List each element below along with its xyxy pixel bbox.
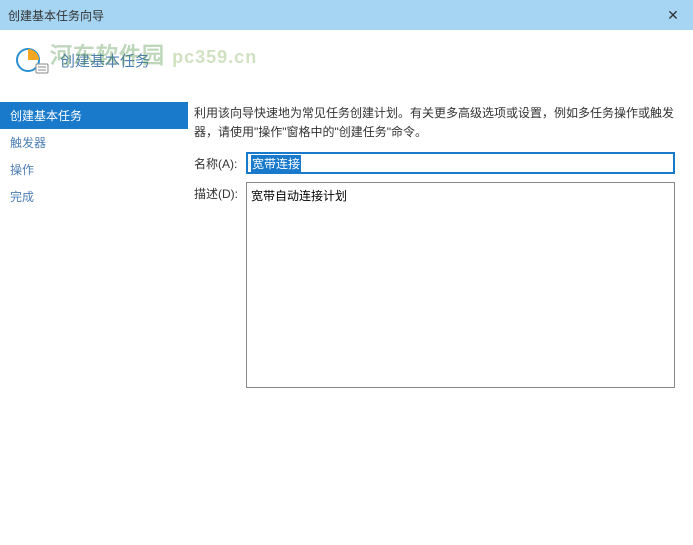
name-value-selected: 宽带连接 bbox=[251, 155, 301, 172]
instruction-text: 利用该向导快速地为常见任务创建计划。有关更多高级选项或设置，例如多任务操作或触发… bbox=[194, 104, 675, 142]
sidebar-item-label: 完成 bbox=[10, 190, 34, 204]
name-input[interactable]: 宽带连接 bbox=[246, 152, 675, 174]
sidebar-item-trigger[interactable]: 触发器 bbox=[0, 129, 188, 156]
desc-label: 描述(D): bbox=[194, 182, 246, 202]
sidebar-item-finish[interactable]: 完成 bbox=[0, 183, 188, 210]
close-icon: ✕ bbox=[667, 7, 679, 24]
desc-row: 描述(D): bbox=[194, 182, 675, 388]
sidebar-item-label: 操作 bbox=[10, 163, 34, 177]
header: 河东软件园 pc359.cn 创建基本任务 bbox=[0, 30, 693, 90]
name-label: 名称(A): bbox=[194, 152, 246, 172]
sidebar-item-action[interactable]: 操作 bbox=[0, 156, 188, 183]
window-title: 创建基本任务向导 bbox=[8, 7, 104, 24]
sidebar: 创建基本任务 触发器 操作 完成 bbox=[0, 90, 188, 545]
close-button[interactable]: ✕ bbox=[653, 0, 693, 30]
content-area: 创建基本任务 触发器 操作 完成 利用该向导快速地为常见任务创建计划。有关更多高… bbox=[0, 90, 693, 545]
sidebar-item-label: 创建基本任务 bbox=[10, 109, 82, 123]
page-title: 创建基本任务 bbox=[60, 50, 150, 71]
titlebar: 创建基本任务向导 ✕ bbox=[0, 0, 693, 30]
sidebar-item-label: 触发器 bbox=[10, 136, 46, 150]
wizard-icon bbox=[14, 42, 50, 78]
name-row: 名称(A): 宽带连接 bbox=[194, 152, 675, 174]
desc-textarea[interactable] bbox=[246, 182, 675, 388]
sidebar-item-create-task[interactable]: 创建基本任务 bbox=[0, 102, 188, 129]
main-panel: 利用该向导快速地为常见任务创建计划。有关更多高级选项或设置，例如多任务操作或触发… bbox=[188, 90, 693, 545]
